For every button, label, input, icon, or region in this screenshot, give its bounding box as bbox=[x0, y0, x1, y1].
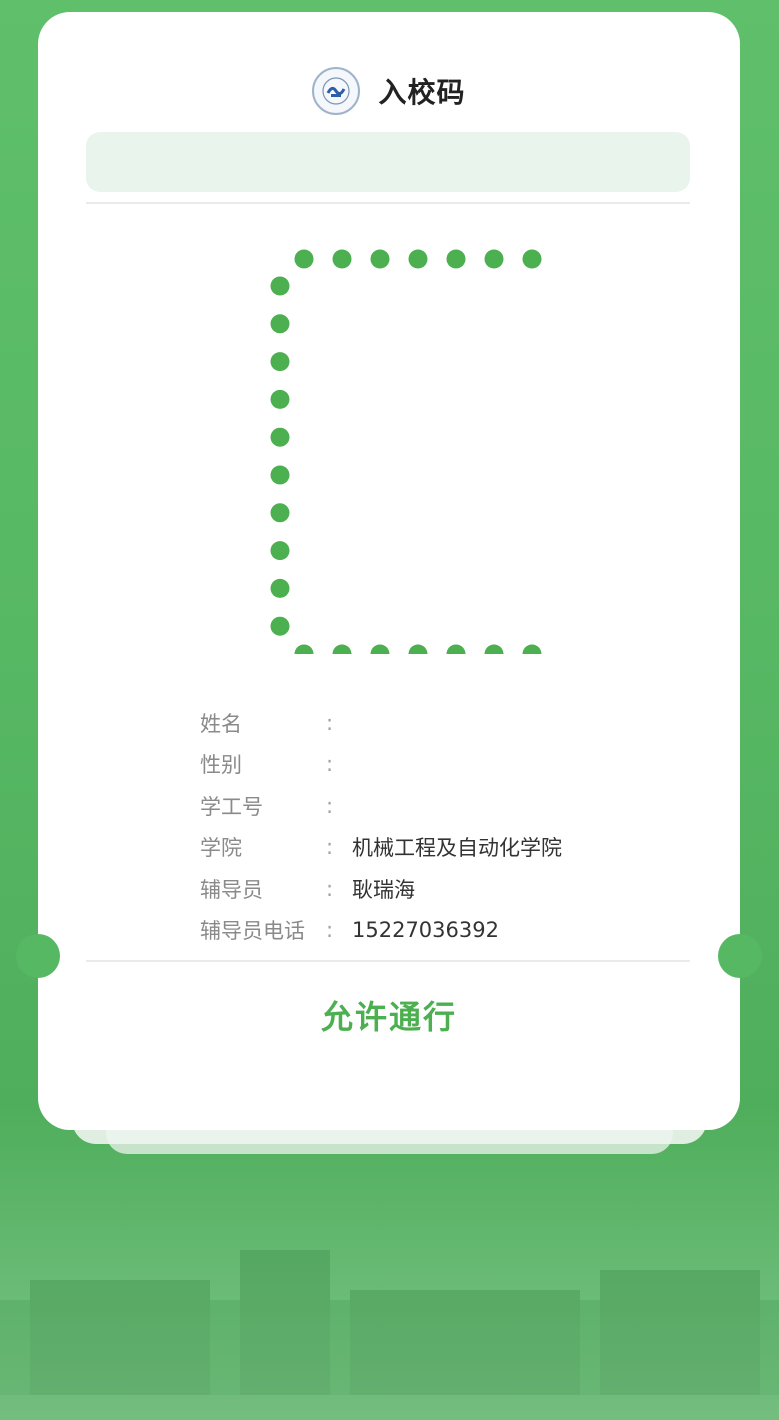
divider bbox=[86, 202, 690, 204]
background-campus-image bbox=[0, 1250, 779, 1420]
info-value: 耿瑞海 bbox=[352, 877, 415, 902]
loading-dot bbox=[332, 644, 352, 664]
info-colon: : bbox=[326, 876, 334, 901]
loading-dot bbox=[270, 427, 290, 447]
info-label: 姓名 bbox=[200, 711, 242, 736]
loading-dot bbox=[270, 578, 290, 598]
info-value: 机械工程及自动化学院 bbox=[352, 836, 562, 861]
pass-status-text: 允许通行 bbox=[320, 998, 457, 1036]
loading-dot bbox=[446, 249, 466, 269]
ticket-notch-left bbox=[16, 934, 60, 978]
info-row-counselor-phone: 辅导员电话 : 15227036392 bbox=[200, 910, 562, 952]
info-label: 性别 bbox=[200, 753, 242, 778]
loading-dot bbox=[408, 249, 428, 269]
info-list: 姓名 : 性别 : 学工号 : 学院 : 机械工程及自动化学院 辅导员 : 耿瑞… bbox=[200, 702, 562, 951]
entry-code-card: 入校码 姓名 : 性别 : 学工号 : 学院 : 机械工程及自动化学院 辅导员 … bbox=[38, 12, 740, 1130]
info-value: 15227036392 bbox=[352, 918, 499, 943]
info-label: 学工号 bbox=[200, 794, 263, 819]
page-title: 入校码 bbox=[378, 76, 466, 109]
loading-dot bbox=[446, 644, 466, 664]
loading-dot bbox=[270, 541, 290, 561]
school-logo bbox=[312, 67, 361, 115]
info-label: 辅导员 bbox=[200, 877, 263, 902]
loading-dot bbox=[270, 616, 290, 636]
loading-dot bbox=[332, 249, 352, 269]
status-bar-placeholder bbox=[86, 132, 690, 192]
ticket-notch-right bbox=[718, 934, 762, 978]
loading-dot bbox=[484, 644, 504, 664]
loading-dot bbox=[270, 389, 290, 409]
info-colon: : bbox=[326, 710, 334, 735]
qr-code-area bbox=[228, 234, 582, 664]
loading-dot bbox=[270, 276, 290, 296]
loading-dot bbox=[294, 644, 314, 664]
loading-dot bbox=[370, 644, 390, 664]
loading-dot bbox=[294, 249, 314, 269]
loading-dot bbox=[270, 503, 290, 523]
loading-dot bbox=[270, 314, 290, 334]
info-row-college: 学院 : 机械工程及自动化学院 bbox=[200, 827, 562, 869]
info-row-student-id: 学工号 : bbox=[200, 785, 562, 827]
loading-dot bbox=[370, 249, 390, 269]
info-colon: : bbox=[326, 918, 334, 943]
loading-dot bbox=[522, 249, 542, 269]
info-colon: : bbox=[326, 793, 334, 818]
info-label: 学院 bbox=[200, 836, 242, 861]
loading-dot bbox=[270, 465, 290, 485]
loading-dot bbox=[522, 644, 542, 664]
loading-dot bbox=[484, 249, 504, 269]
info-row-counselor: 辅导员 : 耿瑞海 bbox=[200, 868, 562, 910]
info-colon: : bbox=[326, 752, 334, 777]
card-header: 入校码 bbox=[38, 62, 740, 120]
loading-dot bbox=[408, 644, 428, 664]
loading-dot bbox=[270, 352, 290, 372]
qr-code-loading-dots bbox=[270, 249, 582, 664]
divider bbox=[86, 960, 690, 962]
info-row-gender: 性别 : bbox=[200, 744, 562, 786]
info-row-name: 姓名 : bbox=[200, 702, 562, 744]
info-colon: : bbox=[326, 835, 334, 860]
info-label: 辅导员电话 bbox=[200, 919, 305, 944]
